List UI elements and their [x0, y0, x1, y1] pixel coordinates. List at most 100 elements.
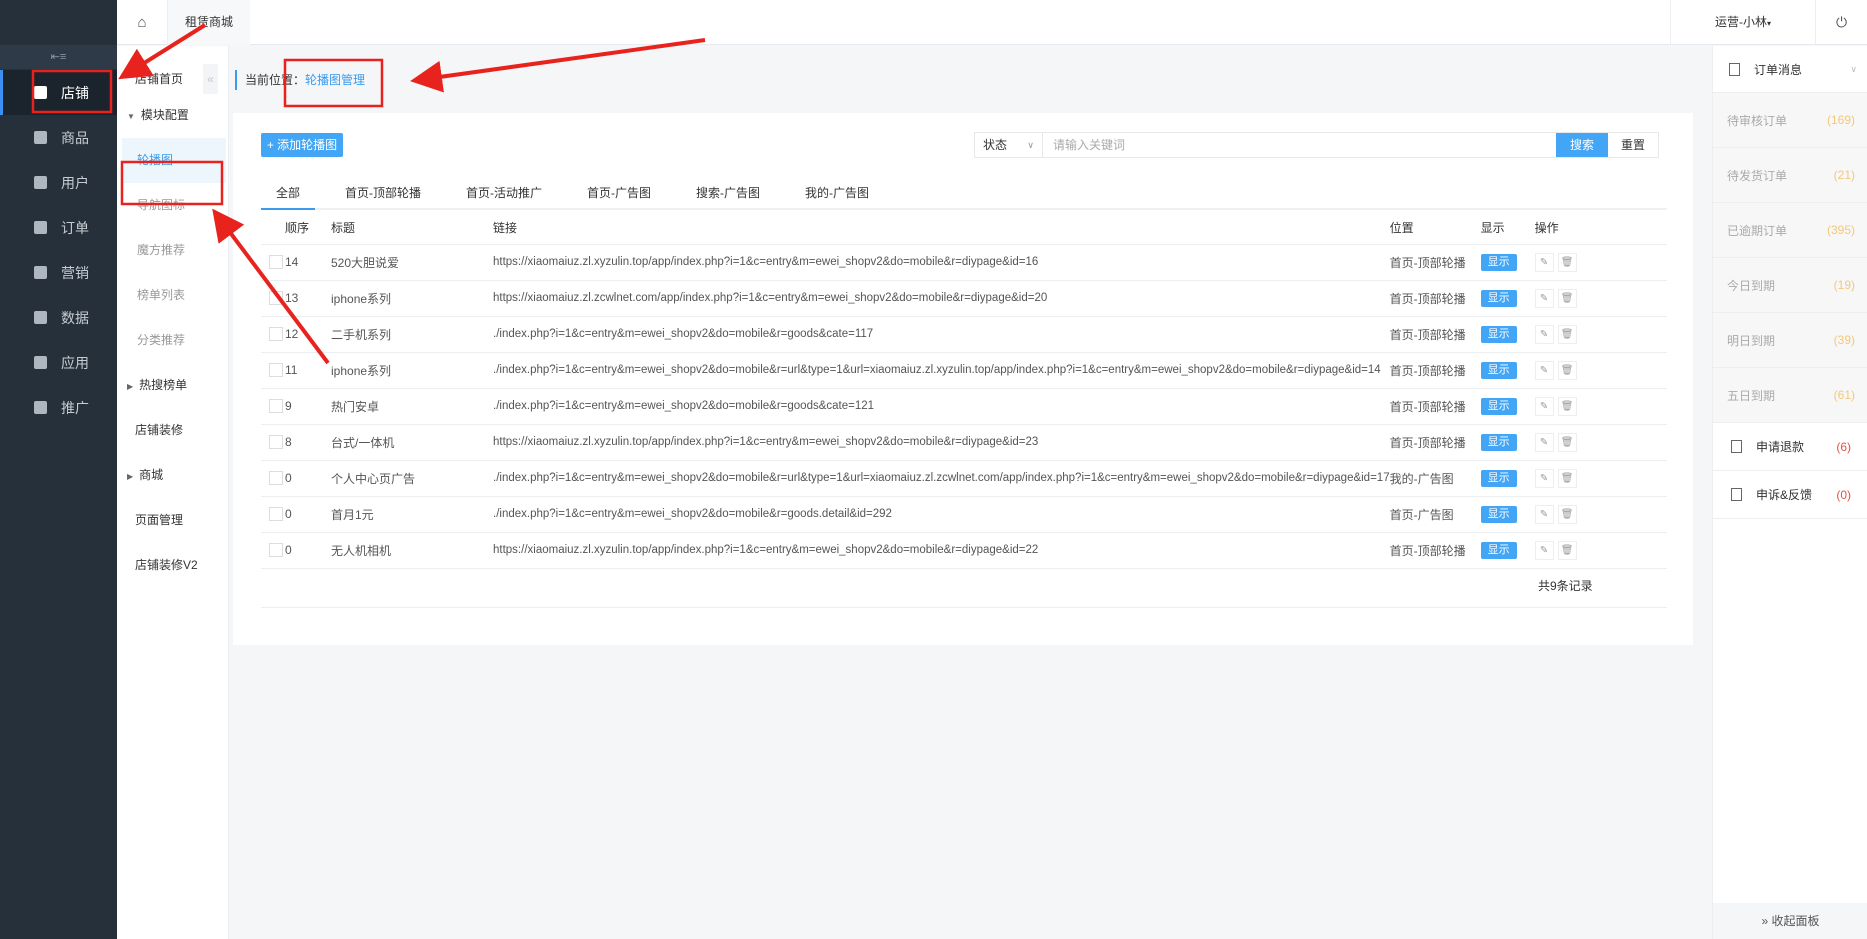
- collapse-panel-button[interactable]: » 收起面板: [1713, 903, 1867, 939]
- row-position: 首页-顶部轮播: [1389, 316, 1481, 353]
- order-stat-item[interactable]: 已逾期订单 (395): [1713, 203, 1867, 258]
- banner-table: 顺序 标题 链接 位置 显示 操作 14 520大胆说爱 https://xia…: [261, 212, 1667, 569]
- row-order: 14: [285, 244, 331, 281]
- edit-icon[interactable]: ✎: [1534, 504, 1554, 524]
- status-select[interactable]: 状态 ∨: [975, 133, 1043, 157]
- order-stat-item[interactable]: 明日到期 (39): [1713, 313, 1867, 368]
- panel-link[interactable]: 申诉&反馈 (0): [1713, 471, 1867, 519]
- row-checkbox[interactable]: [269, 435, 283, 450]
- subnav-item-1[interactable]: ▼ 模块配置: [117, 93, 229, 138]
- edit-icon[interactable]: ✎: [1534, 432, 1554, 452]
- reset-button[interactable]: 重置: [1608, 133, 1658, 157]
- sidebar-collapse-icon[interactable]: ⇤≡: [0, 45, 117, 69]
- tab-1[interactable]: 首页-顶部轮播: [330, 178, 436, 208]
- trash-icon[interactable]: 🗑: [1557, 324, 1577, 344]
- sidebar-item-7[interactable]: 推广: [0, 385, 117, 430]
- edit-icon[interactable]: ✎: [1534, 360, 1554, 380]
- search-button[interactable]: 搜索: [1556, 133, 1608, 157]
- order-stat-item[interactable]: 今日到期 (19): [1713, 258, 1867, 313]
- sidebar-item-0[interactable]: 店铺: [0, 70, 117, 115]
- tab-rental-mall[interactable]: 租赁商城: [168, 0, 250, 45]
- tab-0[interactable]: 全部: [261, 178, 316, 210]
- subnav-item-8[interactable]: 店铺装修: [117, 408, 229, 453]
- row-position: 首页-顶部轮播: [1389, 532, 1481, 569]
- tab-4[interactable]: 搜索-广告图: [681, 178, 775, 208]
- show-toggle[interactable]: 显示: [1480, 361, 1517, 379]
- panel-link[interactable]: 申请退款 (6): [1713, 423, 1867, 471]
- row-link: ./index.php?i=1&c=entry&m=ewei_shopv2&do…: [493, 460, 1390, 497]
- sidebar-item-6[interactable]: 应用: [0, 340, 117, 385]
- row-order: 0: [285, 460, 331, 497]
- show-toggle[interactable]: 显示: [1480, 541, 1517, 559]
- sidebar-item-3[interactable]: 订单: [0, 205, 117, 250]
- home-icon[interactable]: ⌂: [117, 0, 168, 45]
- breadcrumb-current[interactable]: 轮播图管理: [305, 73, 365, 87]
- subnav-item-5[interactable]: 榜单列表: [117, 273, 229, 318]
- row-order: 13: [285, 280, 331, 317]
- edit-icon[interactable]: ✎: [1534, 288, 1554, 308]
- trash-icon[interactable]: 🗑: [1557, 288, 1577, 308]
- row-checkbox[interactable]: [269, 363, 283, 378]
- panel-header[interactable]: 订单消息 ∨: [1713, 46, 1867, 93]
- show-toggle[interactable]: 显示: [1480, 253, 1517, 271]
- show-toggle[interactable]: 显示: [1480, 289, 1517, 307]
- trash-icon[interactable]: 🗑: [1557, 468, 1577, 488]
- subnav-item-11[interactable]: 店铺装修V2: [117, 543, 229, 588]
- trash-icon[interactable]: 🗑: [1557, 252, 1577, 272]
- trash-icon[interactable]: 🗑: [1557, 504, 1577, 524]
- row-checkbox[interactable]: [269, 255, 283, 270]
- stat-label: 五日到期: [1727, 388, 1776, 403]
- trash-icon[interactable]: 🗑: [1557, 360, 1577, 380]
- sidebar-item-4[interactable]: 营销: [0, 250, 117, 295]
- row-checkbox[interactable]: [269, 291, 283, 306]
- edit-icon[interactable]: ✎: [1534, 540, 1554, 560]
- sidebar-item-1[interactable]: 商品: [0, 115, 117, 160]
- edit-icon[interactable]: ✎: [1534, 324, 1554, 344]
- row-checkbox[interactable]: [269, 327, 283, 342]
- add-banner-button[interactable]: + 添加轮播图: [261, 133, 343, 157]
- subnav-item-6[interactable]: 分类推荐: [117, 318, 229, 363]
- show-toggle[interactable]: 显示: [1480, 433, 1517, 451]
- subnav-item-2[interactable]: 轮播图: [122, 138, 226, 183]
- subnav-item-3[interactable]: 导航图标: [117, 183, 229, 228]
- row-position: 首页-顶部轮播: [1389, 352, 1481, 389]
- order-stat-item[interactable]: 待发货订单 (21): [1713, 148, 1867, 203]
- tab-2[interactable]: 首页-活动推广: [451, 178, 557, 208]
- show-toggle[interactable]: 显示: [1480, 505, 1517, 523]
- subnav-collapse-button[interactable]: «: [203, 64, 218, 94]
- subnav-item-9[interactable]: ▶ 商城: [117, 453, 229, 498]
- clipboard-icon: [1729, 62, 1740, 76]
- annotation-arrow: [410, 38, 706, 93]
- show-toggle[interactable]: 显示: [1480, 397, 1517, 415]
- edit-icon[interactable]: ✎: [1534, 468, 1554, 488]
- subnav-item-10[interactable]: 页面管理: [117, 498, 229, 543]
- user-menu[interactable]: 运营-小林▾: [1670, 0, 1815, 45]
- tab-3[interactable]: 首页-广告图: [572, 178, 666, 208]
- row-title: 二手机系列: [331, 316, 493, 353]
- subnav-item-7[interactable]: ▶ 热搜榜单: [117, 363, 229, 408]
- sidebar-item-5[interactable]: 数据: [0, 295, 117, 340]
- edit-icon[interactable]: ✎: [1534, 396, 1554, 416]
- trash-icon[interactable]: 🗑: [1557, 396, 1577, 416]
- main-sidebar: ⇤≡ 店铺 商品 用户 订单 营销 数据 应用 推广: [0, 0, 117, 939]
- tab-5[interactable]: 我的-广告图: [790, 178, 884, 208]
- show-toggle[interactable]: 显示: [1480, 469, 1517, 487]
- content-card: + 添加轮播图 状态∨ 搜索 重置 全部首页-顶部轮播首页-活动推广首页-广告图…: [233, 113, 1693, 645]
- row-order: 0: [285, 496, 331, 533]
- trash-icon[interactable]: 🗑: [1557, 540, 1577, 560]
- show-toggle[interactable]: 显示: [1480, 325, 1517, 343]
- keyword-input[interactable]: [1043, 133, 1556, 157]
- sidebar-item-2[interactable]: 用户: [0, 160, 117, 205]
- power-icon[interactable]: ⏻: [1815, 0, 1867, 45]
- row-position: 首页-顶部轮播: [1389, 388, 1481, 425]
- row-checkbox[interactable]: [269, 543, 283, 558]
- edit-icon[interactable]: ✎: [1534, 252, 1554, 272]
- subnav-item-4[interactable]: 魔方推荐: [117, 228, 229, 273]
- row-checkbox[interactable]: [269, 507, 283, 522]
- trash-icon[interactable]: 🗑: [1557, 432, 1577, 452]
- table-row: 13 iphone系列 https://xiaomaiuz.zl.zcwlnet…: [261, 280, 1667, 317]
- row-checkbox[interactable]: [269, 471, 283, 486]
- order-stat-item[interactable]: 五日到期 (61): [1713, 368, 1867, 423]
- order-stat-item[interactable]: 待审核订单 (169): [1713, 93, 1867, 148]
- row-checkbox[interactable]: [269, 399, 283, 414]
